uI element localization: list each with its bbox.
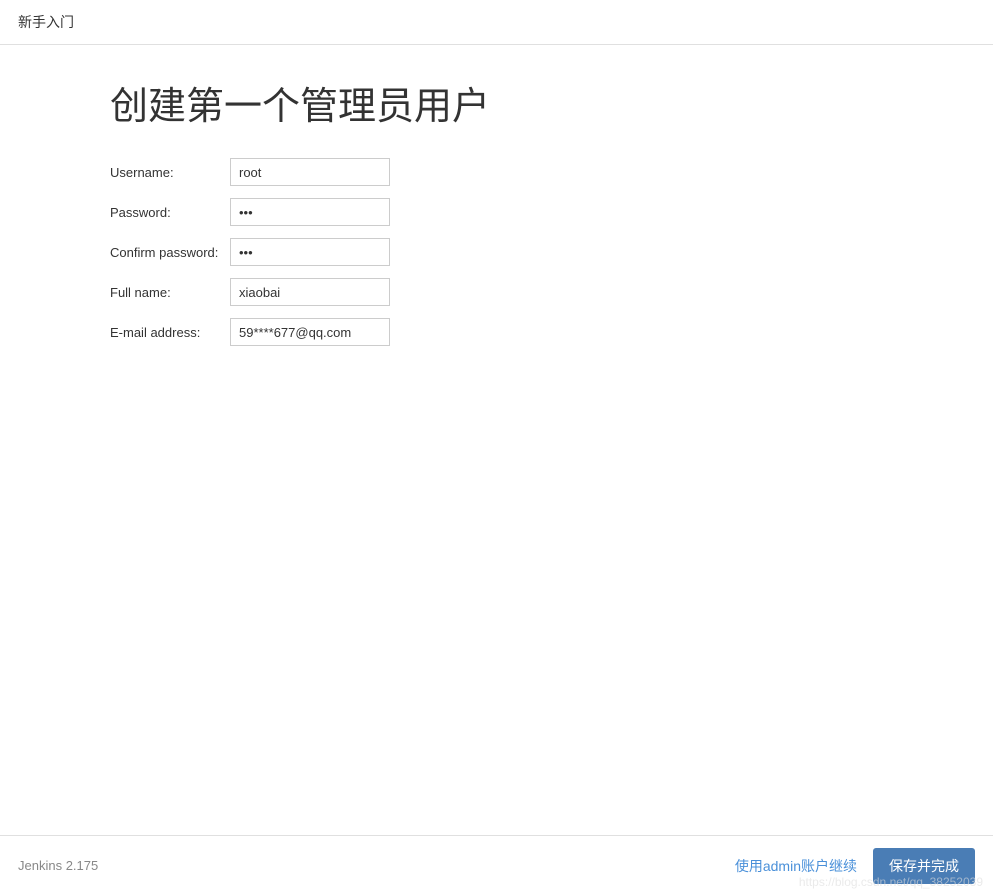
fullname-label: Full name:: [110, 285, 230, 300]
username-row: Username:: [110, 158, 993, 186]
email-label: E-mail address:: [110, 325, 230, 340]
email-input[interactable]: [230, 318, 390, 346]
skip-admin-link[interactable]: 使用admin账户继续: [735, 856, 857, 876]
main-content: 创建第一个管理员用户 Username: Password: Confirm p…: [0, 45, 993, 830]
footer-bar: Jenkins 2.175 使用admin账户继续 保存并完成: [0, 835, 993, 895]
password-input[interactable]: [230, 198, 390, 226]
footer-actions: 使用admin账户继续 保存并完成: [735, 848, 975, 884]
header-bar: 新手入门: [0, 0, 993, 45]
fullname-row: Full name:: [110, 278, 993, 306]
password-label: Password:: [110, 205, 230, 220]
fullname-input[interactable]: [230, 278, 390, 306]
username-label: Username:: [110, 165, 230, 180]
page-title: 创建第一个管理员用户: [110, 75, 993, 130]
password-row: Password:: [110, 198, 993, 226]
username-input[interactable]: [230, 158, 390, 186]
confirm-password-input[interactable]: [230, 238, 390, 266]
save-and-finish-button[interactable]: 保存并完成: [873, 848, 975, 884]
confirm-password-row: Confirm password:: [110, 238, 993, 266]
header-title: 新手入门: [18, 14, 74, 30]
confirm-password-label: Confirm password:: [110, 245, 230, 260]
version-text: Jenkins 2.175: [18, 858, 98, 873]
email-row: E-mail address:: [110, 318, 993, 346]
